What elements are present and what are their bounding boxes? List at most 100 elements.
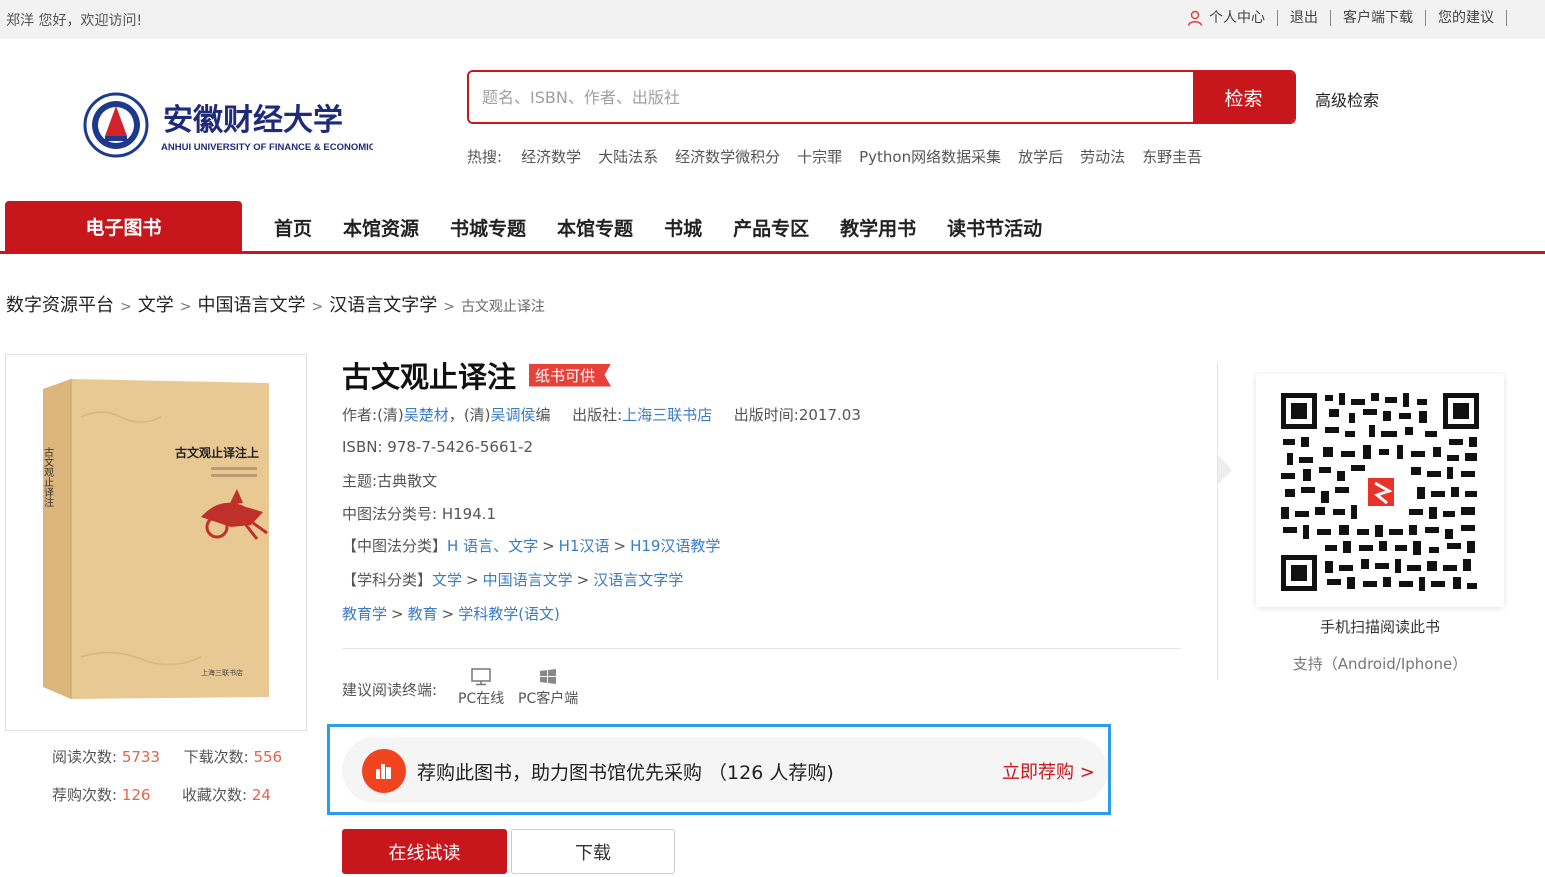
hot-keyword[interactable]: 劳动法 [1080,146,1125,167]
pc-online-option[interactable]: PC在线 [458,668,504,708]
breadcrumb-item[interactable]: 文学 [138,291,174,317]
terminal-label: 建议阅读终端: [342,681,438,699]
qr-code-icon[interactable] [1279,391,1481,593]
cover-spine-text: 古文观止译注 [42,446,54,507]
nav-item-home[interactable]: 首页 [274,214,312,241]
hot-keyword[interactable]: 大陆法系 [598,146,658,167]
pc-client-label: PC客户端 [518,691,579,707]
discipline-path-link[interactable]: 汉语言文字学 [593,571,683,589]
author-suffix: 编 [535,406,551,424]
nav-item-bookstore[interactable]: 书城 [664,214,702,241]
nav-item-bookstore-topics[interactable]: 书城专题 [450,214,526,241]
greeting-text: 郑洋 您好，欢迎访问! [6,13,143,29]
nav-item-products[interactable]: 产品专区 [733,214,809,241]
recommend-count-label: 荐购次数: [52,786,118,804]
nav-item-library-topics[interactable]: 本馆专题 [557,214,633,241]
hot-keyword[interactable]: 经济数学 [521,146,581,167]
pubdate-label: 出版时间: [733,406,799,424]
user-icon [1187,10,1203,26]
clc-path-link[interactable]: H 语言、文字 [447,537,538,555]
stats-row-2: 荐购次数: 126 收藏次数: 24 [52,784,271,805]
hot-keyword[interactable]: 东野圭吾 [1142,146,1202,167]
recommend-count: 126 [121,786,151,804]
breadcrumb-item[interactable]: 数字资源平台 [6,291,114,317]
author-link[interactable]: 吴调侯 [491,406,536,424]
discipline-line-2: 教育学 > 教育 > 学科教学(语文) [342,605,560,623]
publisher-label: 出版社: [572,406,623,424]
advanced-search-link[interactable]: 高级检索 [1315,87,1379,111]
author-prefix: (清) [463,406,491,424]
nav-item-reading-festival[interactable]: 读书节活动 [947,214,1042,241]
breadcrumb-separator: > [179,299,192,315]
hot-keyword[interactable]: 放学后 [1018,146,1063,167]
breadcrumb-current: 古文观止译注 [460,299,545,315]
university-logo[interactable]: 安徽财经大学 ANHUI UNIVERSITY OF FINANCE & ECO… [83,92,382,160]
hot-label: 热搜: [467,148,503,166]
isbn-value: 978-7-5426-5661-2 [387,438,534,456]
isbn-line: ISBN: 978-7-5426-5661-2 [342,438,533,456]
clc-class-line: 【中图法分类】H 语言、文字 > H1汉语 > H19汉语教学 [342,537,721,555]
hot-keyword[interactable]: 十宗罪 [797,146,842,167]
monitor-icon [471,668,491,686]
discipline-path-link[interactable]: 学科教学(语文) [458,605,560,623]
pubdate-value: 2017.03 [798,406,861,424]
discipline-path-link[interactable]: 文学 [432,571,462,589]
user-center-link[interactable]: 个人中心 [1175,10,1278,26]
book-cover-image: 古文观止译注 古文观止译注上 上海三联书店 [42,379,269,699]
nav-items: 首页 本馆资源 书城专题 本馆专题 书城 产品专区 教学用书 读书节活动 [274,214,1073,241]
breadcrumb-item[interactable]: 中国语言文学 [197,291,305,317]
book-title-row: 古文观止译注 纸书可供 [342,354,612,396]
stats-row-1: 阅读次数: 5733 下载次数: 556 [52,746,282,767]
read-count: 5733 [121,748,161,766]
search-input[interactable] [469,72,1193,122]
clc-line: 中图法分类号: H194.1 [342,503,496,524]
arrow-right-icon [1218,455,1232,485]
recommend-icon [362,749,406,793]
windows-icon [540,669,557,684]
download-count-label: 下载次数: [183,748,249,766]
top-bar: 郑洋 您好，欢迎访问! 个人中心 退出 客户端下载 您的建议 [0,0,1545,39]
hot-keyword[interactable]: 经济数学微积分 [675,146,780,167]
read-online-button[interactable]: 在线试读 [342,829,507,874]
clc-path-link[interactable]: H19汉语教学 [630,537,720,555]
discipline-line: 【学科分类】文学 > 中国语言文学 > 汉语言文字学 [342,571,684,589]
pc-online-label: PC在线 [458,691,505,707]
pc-client-option[interactable]: PC客户端 [518,668,578,708]
discipline-path-link[interactable]: 教育 [408,605,438,623]
qr-caption: 手机扫描阅读此书 [1319,618,1440,636]
clc-path-link[interactable]: H1汉语 [559,537,610,555]
cover-title-text: 古文观止译注上 [175,445,259,460]
discipline-path-link[interactable]: 中国语言文学 [483,571,573,589]
search-button[interactable]: 检索 [1193,72,1294,122]
book-title: 古文观止译注 [342,360,517,394]
top-links: 个人中心 退出 客户端下载 您的建议 [1175,10,1507,26]
author-link[interactable]: 吴楚材 [404,406,449,424]
publisher-link[interactable]: 上海三联书店 [622,406,712,424]
favorite-count-label: 收藏次数: [182,786,248,804]
isbn-label: ISBN: [342,438,383,456]
nav-item-textbooks[interactable]: 教学用书 [840,214,916,241]
author-line: 作者:(清)吴楚材，(清)吴调侯编 出版社:上海三联书店 出版时间:2017.0… [342,404,861,425]
qr-divider [1217,362,1218,680]
nav-item-library-resources[interactable]: 本馆资源 [343,214,419,241]
recommend-now-link[interactable]: 立即荐购 > [1002,758,1095,784]
feedback-link[interactable]: 您的建议 [1426,10,1507,26]
author-label: 作者: [342,406,378,424]
breadcrumb-item[interactable]: 汉语言文字学 [329,291,437,317]
breadcrumb-separator: > [443,299,455,315]
hot-keyword[interactable]: Python网络数据采集 [859,146,1001,167]
author-separator: ， [448,406,464,424]
tab-ebooks[interactable]: 电子图书 [5,201,242,251]
logout-link[interactable]: 退出 [1278,10,1331,26]
discipline-path-link[interactable]: 教育学 [342,605,387,623]
recommend-text: 荐购此图书，助力图书馆优先采购 （126 人荐购) [417,762,834,784]
cover-publisher-text: 上海三联书店 [201,668,243,677]
subject-value: 古典散文 [377,472,438,490]
clc-value: H194.1 [441,505,497,523]
subject-line: 主题:古典散文 [342,470,437,491]
download-button[interactable]: 下载 [511,829,675,874]
book-cover-frame[interactable]: 古文观止译注 古文观止译注上 上海三联书店 [5,354,307,731]
client-download-link[interactable]: 客户端下载 [1331,10,1426,26]
user-center-label: 个人中心 [1209,10,1265,26]
read-count-label: 阅读次数: [52,748,118,766]
